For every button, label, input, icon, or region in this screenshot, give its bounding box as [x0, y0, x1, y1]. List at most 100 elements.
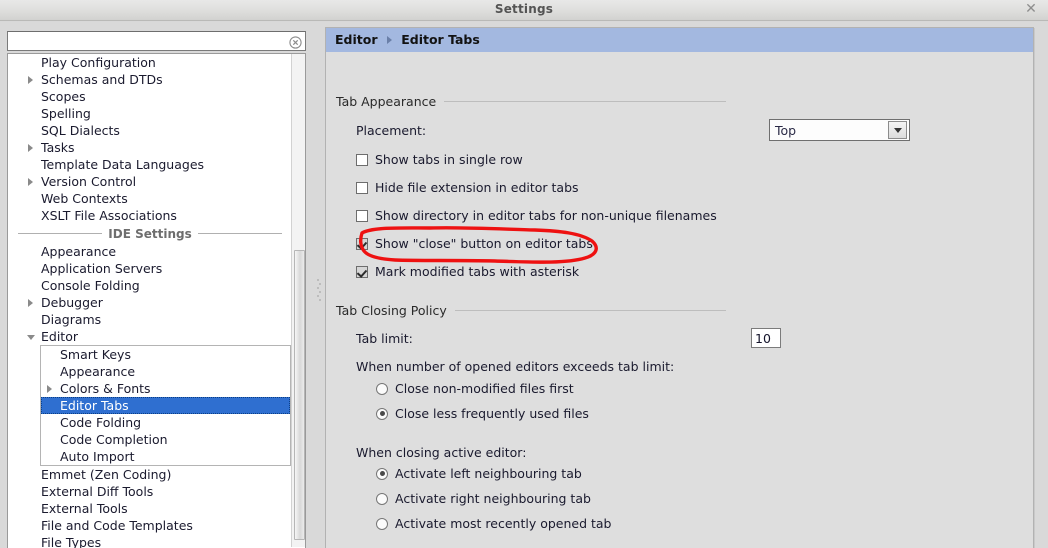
- radio-close-less-frequently-used-files[interactable]: Close less frequently used files: [376, 406, 589, 421]
- close-icon[interactable]: ✕: [1024, 2, 1038, 17]
- tree-item-label: Appearance: [60, 364, 136, 379]
- radio-label: Activate most recently opened tab: [395, 516, 612, 531]
- tree-item-external-diff-tools[interactable]: External Diff Tools: [8, 483, 292, 500]
- checkbox-checked-icon[interactable]: [356, 237, 368, 250]
- radio-close-non-modified-files-first[interactable]: Close non-modified files first: [376, 381, 574, 396]
- placement-select[interactable]: Top: [769, 119, 910, 141]
- tree-item-file-and-code-templates[interactable]: File and Code Templates: [8, 517, 292, 534]
- tree-item-template-data-languages[interactable]: Template Data Languages: [8, 156, 292, 173]
- splitter-grip-icon: [317, 277, 321, 301]
- tab-closing-policy-group-title: Tab Closing Policy: [336, 303, 726, 318]
- tree-item-schemas-and-dtds[interactable]: Schemas and DTDs: [8, 71, 292, 88]
- tree-item-version-control[interactable]: Version Control: [8, 173, 292, 190]
- tree-item-play-configuration[interactable]: Play Configuration: [8, 54, 292, 71]
- tree-item-label: Tasks: [41, 140, 75, 155]
- chevron-right-icon[interactable]: [28, 299, 33, 307]
- checkbox-checked-icon[interactable]: [356, 265, 368, 278]
- tree-item-label: SQL Dialects: [41, 123, 120, 138]
- tree-item-scopes[interactable]: Scopes: [8, 88, 292, 105]
- checkbox-label: Show directory in editor tabs for non-un…: [375, 208, 717, 223]
- tree-item-tasks[interactable]: Tasks: [8, 139, 292, 156]
- tree-item-label: Code Completion: [60, 432, 168, 447]
- pane-splitter[interactable]: [313, 22, 325, 548]
- tree-item-editor-tabs[interactable]: Editor Tabs: [41, 397, 290, 414]
- tree-item-editor[interactable]: Editor: [8, 328, 292, 345]
- tree-item-application-servers[interactable]: Application Servers: [8, 260, 292, 277]
- checkbox-unchecked-icon[interactable]: [356, 209, 368, 222]
- tree-item-debugger[interactable]: Debugger: [8, 294, 292, 311]
- chevron-right-icon[interactable]: [47, 385, 52, 393]
- tab-limit-input[interactable]: [751, 328, 781, 348]
- checkbox-unchecked-icon[interactable]: [356, 181, 368, 194]
- tree-item-label: Application Servers: [41, 261, 163, 276]
- tree-item-code-completion[interactable]: Code Completion: [41, 431, 290, 448]
- group-title-text: Tab Appearance: [336, 94, 437, 109]
- settings-sidebar: Play Configuration Schemas and DTDs Scopes…: [0, 22, 313, 548]
- tree-item-label: Appearance: [41, 244, 117, 259]
- radio-selected-icon[interactable]: [376, 407, 388, 420]
- radio-activate-left-neighbouring-tab[interactable]: Activate left neighbouring tab: [376, 466, 582, 481]
- tree-item-sql-dialects[interactable]: SQL Dialects: [8, 122, 292, 139]
- tab-appearance-group-title: Tab Appearance: [336, 94, 726, 109]
- tree-item-emmet-zen-coding[interactable]: Emmet (Zen Coding): [8, 466, 292, 483]
- tree-item-colors-fonts[interactable]: Colors & Fonts: [41, 380, 290, 397]
- radio-label: Activate left neighbouring tab: [395, 466, 582, 481]
- breadcrumb: Editor Editor Tabs: [326, 28, 1033, 52]
- tree-item-label: Diagrams: [41, 312, 102, 327]
- tree-item-label: XSLT File Associations: [41, 208, 177, 223]
- radio-unselected-icon[interactable]: [376, 492, 388, 505]
- clear-search-icon[interactable]: [289, 34, 302, 49]
- tree-item-label: Play Configuration: [41, 55, 156, 70]
- chevron-right-icon: [386, 36, 392, 44]
- tree-item-label: Version Control: [41, 174, 137, 189]
- tree-item-label: Console Folding: [41, 278, 140, 293]
- chevron-down-icon[interactable]: [27, 335, 35, 340]
- breadcrumb-parent[interactable]: Editor: [335, 32, 378, 47]
- tree-item-appearance[interactable]: Appearance: [41, 363, 290, 380]
- tree-item-file-types[interactable]: File Types: [8, 534, 292, 548]
- tree-item-web-contexts[interactable]: Web Contexts: [8, 190, 292, 207]
- tree-subpanel-editor: Smart Keys Appearance Colors & Fonts Editor…: [40, 345, 291, 466]
- window-titlebar: Settings ✕: [0, 0, 1048, 21]
- chevron-right-icon[interactable]: [28, 76, 33, 84]
- tree-scrollbar[interactable]: [291, 54, 305, 547]
- radio-unselected-icon[interactable]: [376, 517, 388, 530]
- checkbox-label: Show "close" button on editor tabs: [375, 236, 593, 251]
- checkbox-mark-modified-tabs-with-asterisk[interactable]: Mark modified tabs with asterisk: [356, 264, 579, 279]
- checkbox-unchecked-icon[interactable]: [356, 153, 368, 166]
- tree-item-code-folding[interactable]: Code Folding: [41, 414, 290, 431]
- search-input[interactable]: [7, 31, 306, 51]
- checkbox-show-directory-in-editor-tabs-for-non-unique-filenames[interactable]: Show directory in editor tabs for non-un…: [356, 208, 717, 223]
- tree-item-label: Debugger: [41, 295, 103, 310]
- settings-window: Settings ✕ Play Configuration Schemas and…: [0, 0, 1048, 548]
- radio-unselected-icon[interactable]: [376, 382, 388, 395]
- tree-item-label: File Types: [41, 535, 102, 548]
- tree-item-auto-import[interactable]: Auto Import: [41, 448, 290, 465]
- exceeds-limit-label: When number of opened editors exceeds ta…: [356, 359, 675, 374]
- checkbox-label: Hide file extension in editor tabs: [375, 180, 579, 195]
- tree-item-label: Colors & Fonts: [60, 381, 151, 396]
- tree-item-label: Spelling: [41, 106, 91, 121]
- tree-item-diagrams[interactable]: Diagrams: [8, 311, 292, 328]
- tree-item-smart-keys[interactable]: Smart Keys: [41, 346, 290, 363]
- chevron-right-icon[interactable]: [28, 178, 33, 186]
- chevron-right-icon[interactable]: [28, 144, 33, 152]
- tree-item-spelling[interactable]: Spelling: [8, 105, 292, 122]
- radio-activate-right-neighbouring-tab[interactable]: Activate right neighbouring tab: [376, 491, 591, 506]
- checkbox-show-tabs-in-single-row[interactable]: Show tabs in single row: [356, 152, 523, 167]
- tree-item-appearance[interactable]: Appearance: [8, 243, 292, 260]
- tree-item-label: External Tools: [41, 501, 128, 516]
- tree-scroll-area: Play Configuration Schemas and DTDs Scopes…: [8, 54, 292, 548]
- chevron-down-icon[interactable]: [888, 121, 907, 139]
- checkbox-hide-file-extension-in-editor-tabs[interactable]: Hide file extension in editor tabs: [356, 180, 579, 195]
- settings-tree: Play Configuration Schemas and DTDs Scopes…: [7, 53, 306, 548]
- tree-item-console-folding[interactable]: Console Folding: [8, 277, 292, 294]
- tree-item-label: Editor Tabs: [60, 398, 129, 413]
- radio-activate-most-recently-opened-tab[interactable]: Activate most recently opened tab: [376, 516, 612, 531]
- checkbox-label: Show tabs in single row: [375, 152, 523, 167]
- checkbox-show-close-button-on-editor-tabs[interactable]: Show "close" button on editor tabs: [356, 236, 593, 251]
- radio-selected-icon[interactable]: [376, 467, 388, 480]
- tree-item-external-tools[interactable]: External Tools: [8, 500, 292, 517]
- tree-scrollbar-thumb[interactable]: [294, 250, 305, 540]
- tree-item-xslt-file-associations[interactable]: XSLT File Associations: [8, 207, 292, 224]
